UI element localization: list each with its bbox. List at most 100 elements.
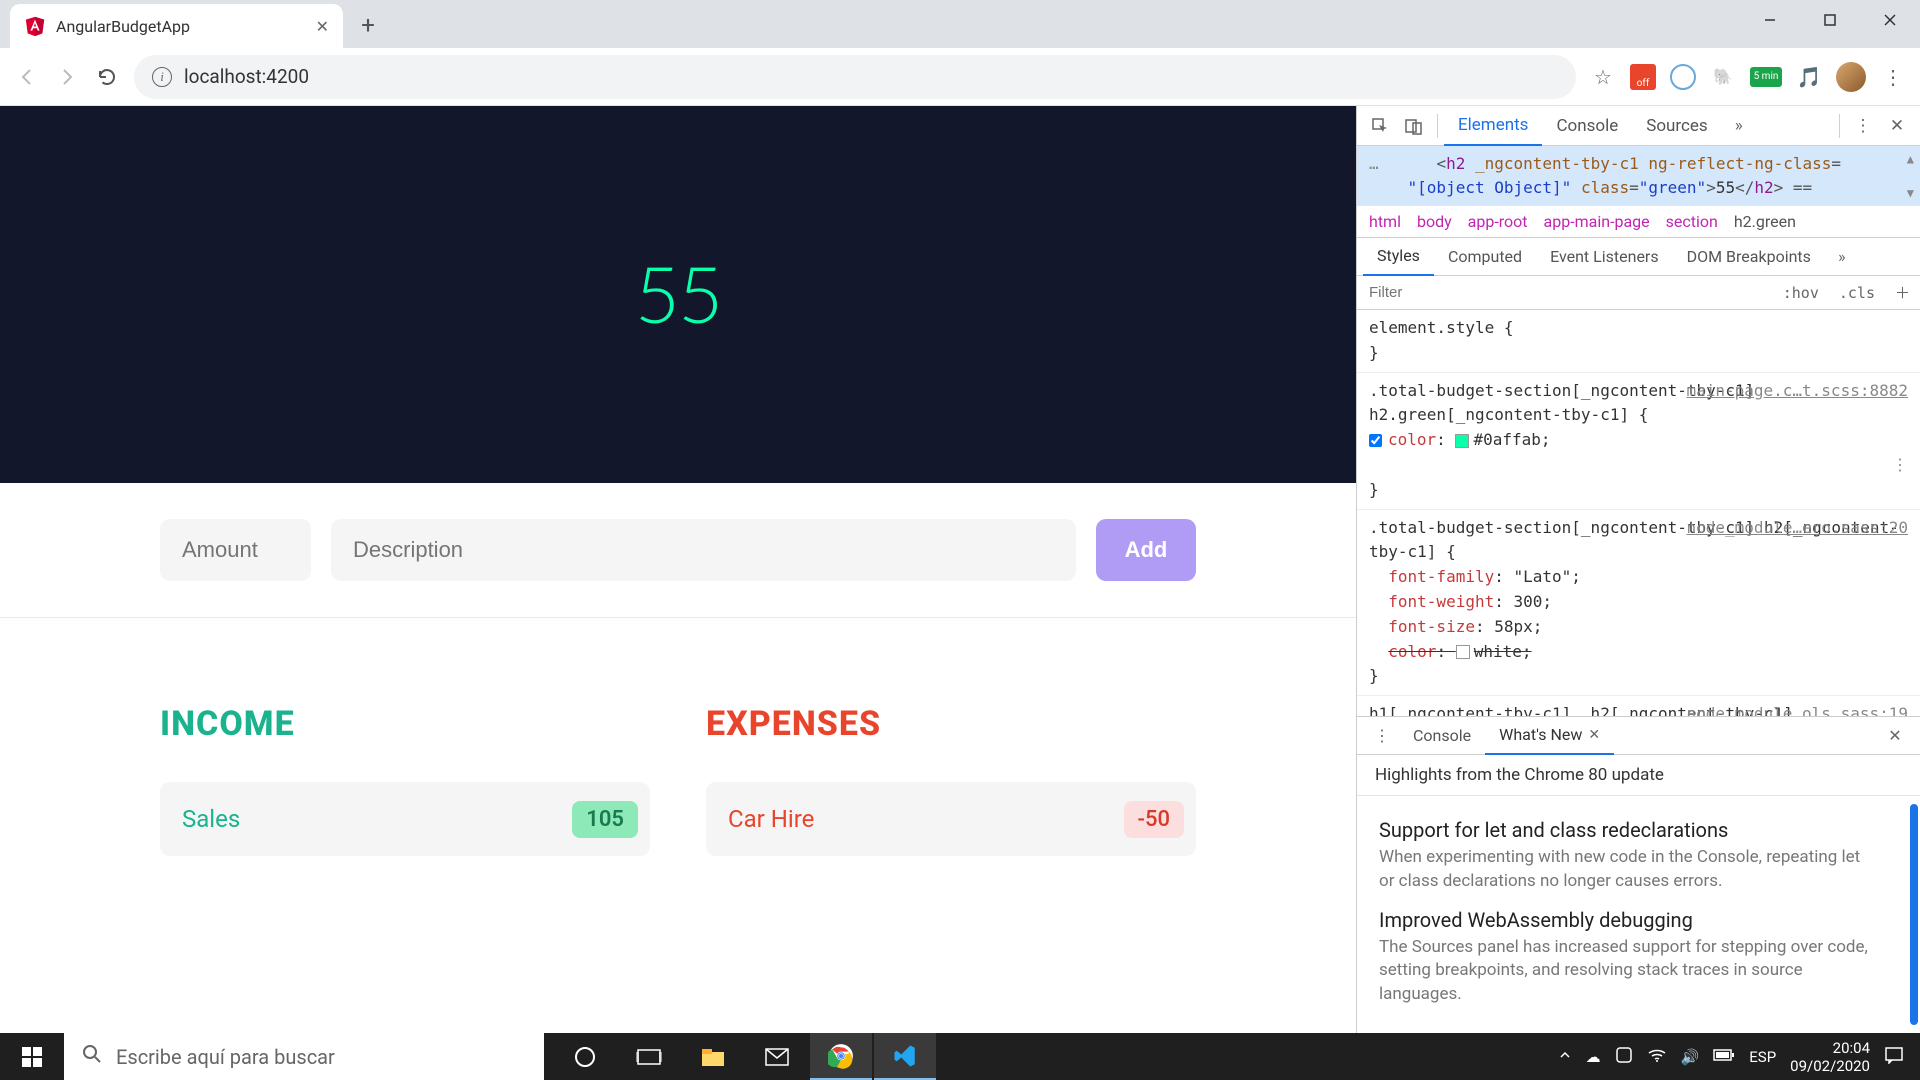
forward-button[interactable] [54,64,80,90]
hov-toggle[interactable]: :hov [1773,284,1829,302]
browser-toolbar: i localhost:4200 ☆ off 🐘 5 min 🎵 ⋮ [0,48,1920,106]
news-item[interactable]: Improved WebAssembly debugging The Sourc… [1379,908,1902,1007]
viewport: 55 Add INCOME Sales 105 EXPENSES Car Hir… [0,106,1920,1033]
extension-elephant[interactable]: 🐘 [1710,64,1736,90]
drawer-tab-console[interactable]: Console [1399,717,1485,755]
clock[interactable]: 20:0409/02/2020 [1790,1039,1870,1075]
style-rule[interactable]: node_module…ero.sass:20 .total-budget-se… [1357,510,1920,697]
tabs-overflow-icon[interactable]: » [1722,109,1756,143]
start-button[interactable] [0,1033,64,1080]
news-item[interactable]: Support for let and class redeclarations… [1379,818,1902,894]
taskview-icon[interactable] [618,1033,680,1080]
tray-overflow-icon[interactable] [1558,1048,1572,1066]
extension-adblock[interactable]: off [1630,64,1656,90]
drawer-body[interactable]: Highlights from the Chrome 80 update Sup… [1357,755,1920,1033]
rule-menu-icon[interactable]: ⋮ [1369,453,1908,478]
styles-filter-row: :hov .cls ＋ [1357,276,1920,310]
style-rule[interactable]: element.style {} [1357,310,1920,373]
crumb[interactable]: app-main-page [1544,212,1650,231]
close-icon[interactable]: ✕ [1588,727,1600,743]
browser-chrome: AngularBudgetApp ✕ + i localhost:4200 ☆ … [0,0,1920,106]
elements-breadcrumb[interactable]: html body app-root app-main-page section… [1357,206,1920,238]
onedrive-icon[interactable]: ☁ [1586,1048,1601,1066]
elements-dom-line[interactable]: … <h2 _ngcontent-tby-c1 ng-reflect-ng-cl… [1357,146,1920,206]
add-button[interactable]: Add [1096,519,1196,581]
defender-icon[interactable] [1615,1046,1633,1068]
rule-source-link[interactable]: node_module…ols.sass:19 [1686,702,1908,716]
drawer-tab-whatsnew[interactable]: What's New✕ [1485,717,1614,755]
maximize-button[interactable] [1800,0,1860,40]
back-button[interactable] [14,64,40,90]
tab-sources[interactable]: Sources [1632,106,1721,146]
entry-form: Add [0,483,1356,617]
property-toggle[interactable] [1369,434,1382,447]
cortana-icon[interactable] [554,1033,616,1080]
crumb[interactable]: body [1417,212,1452,231]
search-icon [82,1044,102,1069]
taskbar-search[interactable]: Escribe aquí para buscar [64,1033,544,1080]
list-item[interactable]: Car Hire -50 [706,782,1196,856]
extension-timer[interactable]: 5 min [1750,67,1782,87]
cls-toggle[interactable]: .cls [1829,284,1885,302]
notifications-icon[interactable] [1884,1046,1904,1068]
list-item[interactable]: Sales 105 [160,782,650,856]
scroll-up-icon[interactable]: ▲ [1907,150,1914,168]
file-explorer-icon[interactable] [682,1033,744,1080]
wifi-icon[interactable] [1647,1047,1667,1067]
new-rule-button[interactable]: ＋ [1885,282,1920,303]
columns: INCOME Sales 105 EXPENSES Car Hire -50 [0,618,1356,1033]
close-button[interactable] [1860,0,1920,40]
style-rule[interactable]: main-page.c…t.scss:8882 .total-budget-se… [1357,373,1920,510]
subtab-dom-breakpoints[interactable]: DOM Breakpoints [1673,238,1825,276]
volume-icon[interactable]: 🔊 [1681,1048,1700,1066]
crumb[interactable]: section [1666,212,1718,231]
crumb[interactable]: html [1369,212,1401,231]
subtabs-overflow-icon[interactable]: » [1825,240,1859,274]
devtools-menu-icon[interactable]: ⋮ [1846,109,1880,143]
styles-pane[interactable]: element.style {} main-page.c…t.scss:8882… [1357,310,1920,716]
drawer-menu-icon[interactable]: ⋮ [1365,719,1399,753]
inspect-icon[interactable] [1363,109,1397,143]
drawer-close-icon[interactable]: ✕ [1878,719,1912,753]
expenses-header: EXPENSES [706,704,1196,744]
browser-tab[interactable]: AngularBudgetApp ✕ [10,4,343,48]
device-toggle-icon[interactable] [1397,109,1431,143]
star-icon[interactable]: ☆ [1590,64,1616,90]
styles-filter-input[interactable] [1357,276,1773,309]
rule-source-link[interactable]: node_module…ero.sass:20 [1686,516,1908,541]
crumb[interactable]: h2.green [1734,212,1796,231]
vscode-icon[interactable] [874,1033,936,1080]
site-info-icon[interactable]: i [152,67,172,87]
reload-button[interactable] [94,64,120,90]
amount-input[interactable] [160,519,311,581]
subtab-computed[interactable]: Computed [1434,238,1536,276]
system-tray: ☁ 🔊 ESP 20:0409/02/2020 [1542,1033,1920,1080]
subtab-styles[interactable]: Styles [1363,238,1434,276]
scroll-down-icon[interactable]: ▼ [1907,184,1914,202]
devtools-close-icon[interactable]: ✕ [1880,109,1914,143]
mail-icon[interactable] [746,1033,808,1080]
tab-elements[interactable]: Elements [1444,106,1542,146]
tab-close-icon[interactable]: ✕ [316,17,329,36]
battery-icon[interactable] [1713,1048,1735,1066]
minimize-button[interactable] [1740,0,1800,40]
style-rule[interactable]: node_module…ols.sass:19 h1[_ngcontent-tb… [1357,696,1920,716]
item-amount-badge: -50 [1124,801,1184,838]
description-input[interactable] [331,519,1076,581]
tab-console[interactable]: Console [1542,106,1632,146]
rule-source-link[interactable]: main-page.c…t.scss:8882 [1686,379,1908,404]
tab-title: AngularBudgetApp [56,17,190,36]
crumb[interactable]: app-root [1468,212,1528,231]
app-page: 55 Add INCOME Sales 105 EXPENSES Car Hir… [0,106,1356,1033]
profile-avatar[interactable] [1836,62,1866,92]
language-indicator[interactable]: ESP [1749,1048,1776,1066]
new-tab-button[interactable]: + [349,6,387,44]
extension-circle[interactable] [1670,64,1696,90]
chrome-icon[interactable] [810,1033,872,1080]
tab-strip: AngularBudgetApp ✕ + [0,0,1920,48]
news-title: Improved WebAssembly debugging [1379,908,1872,932]
menu-icon[interactable]: ⋮ [1880,64,1906,90]
subtab-event-listeners[interactable]: Event Listeners [1536,238,1673,276]
address-bar[interactable]: i localhost:4200 [134,55,1576,99]
media-icon[interactable]: 🎵 [1796,64,1822,90]
